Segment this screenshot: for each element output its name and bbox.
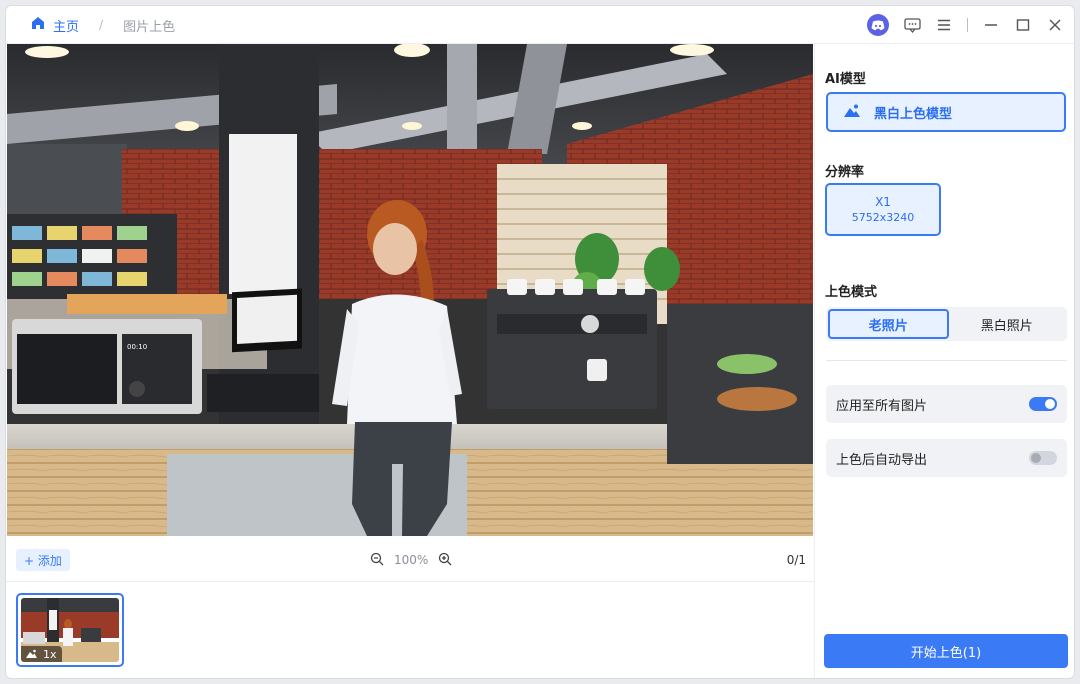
start-colorize-button[interactable]: 开始上色(1)	[824, 634, 1068, 668]
window-controls	[867, 6, 1064, 44]
image-icon	[26, 648, 37, 661]
zoom-level: 100%	[394, 553, 429, 567]
thumbnail-image: 1x	[21, 598, 119, 662]
thumbnail-item[interactable]: 1x	[16, 593, 124, 667]
image-counter: 0/1	[786, 553, 806, 567]
maximize-icon[interactable]	[1014, 16, 1032, 34]
apply-all-toggle[interactable]	[1029, 397, 1057, 411]
settings-panel: AI模型 黑白上色模型 分辨率 X1 5752x3240 上色模式 老照片 黑白…	[815, 44, 1074, 678]
breadcrumb-separator: /	[99, 18, 104, 32]
close-icon[interactable]	[1046, 16, 1064, 34]
color-mode-selector: 老照片 黑白照片	[826, 307, 1067, 341]
title-bar: 主页 / 图片上色	[6, 6, 1074, 44]
discord-icon[interactable]	[867, 14, 889, 36]
mode-bw-photo[interactable]: 黑白照片	[949, 309, 1066, 339]
zoom-control: 100%	[370, 538, 452, 582]
svg-text:00:10: 00:10	[127, 343, 147, 351]
ai-model-title: AI模型	[825, 72, 866, 87]
ai-model-label: 黑白上色模型	[874, 106, 953, 122]
zoom-out-icon[interactable]	[370, 552, 384, 569]
minimize-icon[interactable]	[982, 16, 1000, 34]
resolution-size: 5752x3240	[851, 211, 915, 224]
menu-icon[interactable]	[935, 16, 953, 34]
current-page-label: 图片上色	[123, 19, 176, 35]
apply-all-label: 应用至所有图片	[836, 398, 928, 414]
preview-toolbar: + 添加 100% 0/1	[6, 538, 814, 582]
auto-export-toggle[interactable]	[1029, 451, 1057, 465]
image-icon	[844, 104, 860, 121]
auto-export-row: 上色后自动导出	[826, 439, 1067, 477]
mode-old-photo[interactable]: 老照片	[828, 309, 949, 339]
ai-model-option[interactable]: 黑白上色模型	[826, 92, 1066, 132]
feedback-icon[interactable]	[903, 16, 921, 34]
app-window: 主页 / 图片上色 00:10 + 添加 100% 0/1 1x AI模型 黑白…	[5, 5, 1075, 679]
breadcrumb: 主页 / 图片上色	[30, 6, 175, 44]
home-icon	[30, 15, 46, 35]
apply-all-row: 应用至所有图片	[826, 385, 1067, 423]
home-link[interactable]: 主页	[30, 15, 79, 35]
add-image-button[interactable]: + 添加	[16, 549, 70, 571]
home-label: 主页	[53, 19, 80, 35]
color-mode-title: 上色模式	[825, 285, 878, 300]
image-preview[interactable]: 00:10	[7, 44, 813, 536]
section-divider	[826, 360, 1067, 361]
thumbnail-scale: 1x	[43, 647, 57, 661]
resolution-option[interactable]: X1 5752x3240	[825, 183, 941, 236]
controls-divider	[967, 18, 968, 32]
auto-export-label: 上色后自动导出	[836, 452, 928, 468]
resolution-scale: X1	[875, 195, 891, 209]
zoom-in-icon[interactable]	[438, 552, 452, 569]
resolution-title: 分辨率	[825, 165, 865, 180]
cafe-photo: 00:10	[7, 44, 813, 536]
thumbnail-badge: 1x	[21, 646, 62, 662]
thumbnail-strip: 1x	[6, 583, 814, 678]
